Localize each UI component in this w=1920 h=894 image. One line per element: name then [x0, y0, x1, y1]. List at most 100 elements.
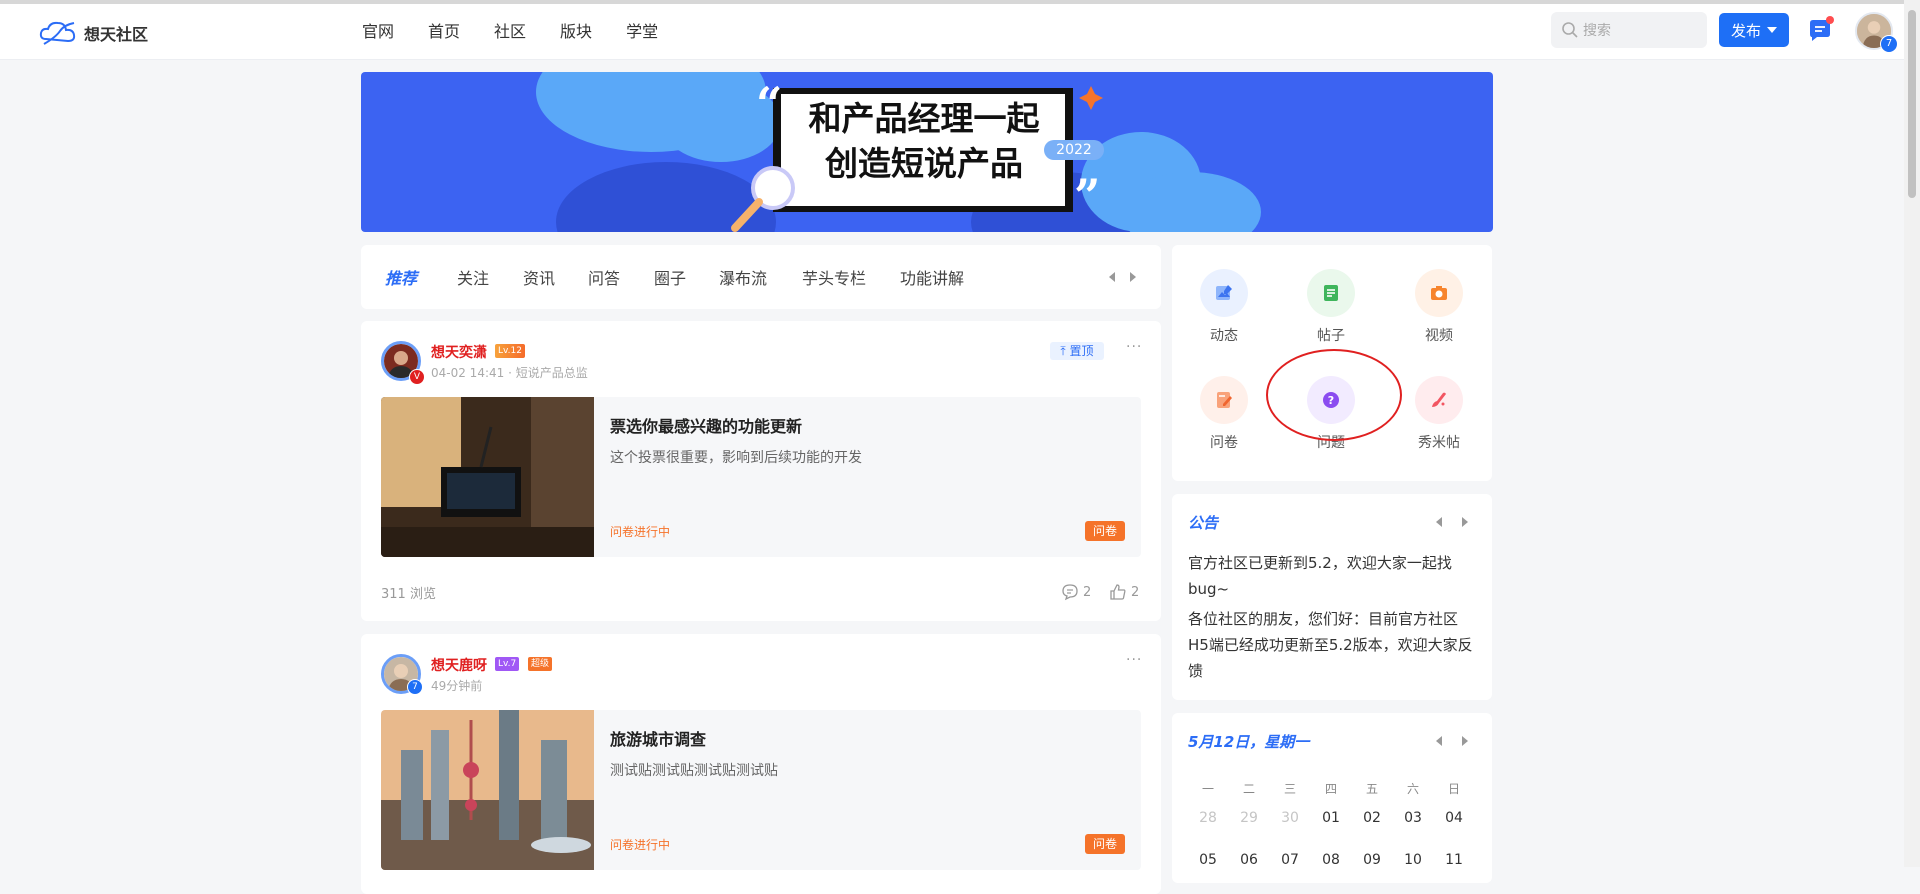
- scrollbar-thumb[interactable]: [1908, 10, 1916, 198]
- like-count: 2: [1131, 584, 1140, 600]
- top-header: 想天社区 官网 首页 社区 版块 学堂 发布 7: [0, 4, 1904, 60]
- post-card[interactable]: V 想天奕潇 Lv.12 04-02 14:41 · 短说产品总监 ⤒ 置顶 ·…: [361, 321, 1161, 621]
- tab-circle[interactable]: 圈子: [654, 265, 686, 289]
- pinned-label: 置顶: [1069, 344, 1094, 358]
- like-button[interactable]: 2: [1109, 583, 1139, 601]
- cloud-logo-icon: [39, 21, 76, 45]
- svg-text:“: “: [756, 77, 782, 131]
- publish-label: 发布: [1730, 21, 1761, 40]
- calendar-day[interactable]: 06: [1234, 852, 1264, 868]
- message-unread-dot: [1826, 16, 1834, 24]
- survey-tag: 问卷: [1085, 834, 1125, 854]
- nav-item-home[interactable]: 首页: [428, 4, 460, 59]
- super-badge: 超级: [528, 657, 553, 671]
- calendar-day[interactable]: 09: [1357, 852, 1387, 868]
- more-options-icon[interactable]: ···: [1126, 339, 1142, 355]
- tab-feature[interactable]: 功能讲解: [900, 265, 964, 289]
- post-meta: 04-02 14:41 · 短说产品总监: [431, 366, 588, 380]
- weekday-label: 四: [1324, 782, 1337, 796]
- quick-action-survey[interactable]: 问卷: [1189, 376, 1259, 452]
- banner-line-2: 创造短说产品: [825, 144, 1023, 183]
- announcement-next-icon[interactable]: [1462, 517, 1468, 527]
- calendar-prev-icon[interactable]: [1436, 736, 1442, 746]
- search-input[interactable]: [1581, 12, 1705, 50]
- tab-recommend[interactable]: 推荐: [385, 265, 417, 289]
- feed-tabs: 推荐 关注 资讯 问答 圈子 瀑布流 芋头专栏 功能讲解: [361, 245, 1161, 309]
- post-card[interactable]: 7 想天鹿呀 Lv.7 超级 49分钟前 ··· 旅游城市调查 测试贴测试贴测试…: [361, 634, 1161, 894]
- comment-count: 2: [1083, 584, 1092, 600]
- search-box: [1551, 12, 1707, 50]
- post-content-box[interactable]: 旅游城市调查 测试贴测试贴测试贴测试贴 问卷进行中 问卷: [381, 710, 1141, 870]
- promo-banner[interactable]: “ ” 和产品经理一起 创造短说产品 2022: [361, 72, 1493, 232]
- calendar-title: 5月12日，星期一: [1188, 733, 1310, 751]
- calendar-day[interactable]: 04: [1439, 810, 1469, 826]
- nav-item-sections[interactable]: 版块: [560, 4, 592, 59]
- caret-down-icon: [1767, 27, 1777, 33]
- post-content-box[interactable]: 票选你最感兴趣的功能更新 这个投票很重要，影响到后续功能的开发 问卷进行中 问卷: [381, 397, 1141, 557]
- calendar-day[interactable]: 28: [1193, 810, 1223, 826]
- weekday-label: 日: [1447, 782, 1460, 796]
- announcement-item[interactable]: 各位社区的朋友，您们好：目前官方社区H5端已经成功更新至5.2版本，欢迎大家反馈: [1188, 606, 1478, 684]
- survey-edit-icon: [1217, 392, 1232, 408]
- announcement-panel: 公告 官方社区已更新到5.2，欢迎大家一起找bug~ 各位社区的朋友，您们好：目…: [1172, 494, 1492, 700]
- banner-line-1: 和产品经理一起: [808, 99, 1040, 138]
- level-badge: Lv.7: [495, 657, 520, 671]
- logo-text: 想天社区: [84, 25, 149, 44]
- calendar-day[interactable]: 02: [1357, 810, 1387, 826]
- site-logo[interactable]: 想天社区: [38, 17, 148, 49]
- post-author-name[interactable]: 想天奕潇: [431, 342, 487, 362]
- quick-action-moment[interactable]: 动态: [1189, 269, 1259, 345]
- nav-item-academy[interactable]: 学堂: [626, 4, 658, 59]
- calendar-day[interactable]: 01: [1316, 810, 1346, 826]
- quick-action-video[interactable]: 视频: [1404, 269, 1474, 345]
- announcement-item[interactable]: 官方社区已更新到5.2，欢迎大家一起找bug~: [1188, 550, 1478, 602]
- survey-status: 问卷进行中: [610, 525, 671, 539]
- banner-slogan: 和产品经理一起 创造短说产品: [786, 96, 1062, 186]
- view-count: 311 浏览: [381, 587, 436, 602]
- tabs-prev-icon[interactable]: [1109, 272, 1115, 282]
- level-number-badge: 7: [407, 679, 423, 695]
- tab-column[interactable]: 芋头专栏: [802, 265, 866, 289]
- calendar-day[interactable]: 29: [1234, 810, 1264, 826]
- calendar-day[interactable]: 11: [1439, 852, 1469, 868]
- highlight-annotation-circle: [1266, 349, 1402, 441]
- quick-action-xiumi[interactable]: 秀米帖: [1404, 376, 1474, 452]
- calendar-day[interactable]: 30: [1275, 810, 1305, 826]
- post-thumbnail-image: [381, 710, 594, 870]
- image-edit-icon: [1216, 285, 1232, 300]
- search-icon: [1562, 22, 1578, 38]
- pinned-badge: ⤒ 置顶: [1050, 342, 1104, 360]
- post-description: 测试贴测试贴测试贴测试贴: [610, 763, 778, 779]
- tab-news[interactable]: 资讯: [523, 265, 555, 289]
- calendar-day[interactable]: 03: [1398, 810, 1428, 826]
- post-author-name[interactable]: 想天鹿呀: [431, 655, 487, 675]
- quick-action-label: 动态: [1210, 328, 1238, 344]
- comment-button[interactable]: 2: [1061, 583, 1091, 601]
- announcement-prev-icon[interactable]: [1436, 517, 1442, 527]
- tab-waterfall[interactable]: 瀑布流: [719, 265, 767, 289]
- tabs-next-icon[interactable]: [1130, 272, 1136, 282]
- calendar-day[interactable]: 08: [1316, 852, 1346, 868]
- verified-badge: V: [409, 369, 425, 385]
- post-title[interactable]: 旅游城市调查: [610, 726, 706, 750]
- calendar-day[interactable]: 10: [1398, 852, 1428, 868]
- nav-item-community[interactable]: 社区: [494, 4, 526, 59]
- tab-qa[interactable]: 问答: [588, 265, 620, 289]
- tab-follow[interactable]: 关注: [457, 265, 489, 289]
- weekday-label: 一: [1201, 782, 1214, 796]
- comment-icon: [1062, 584, 1078, 601]
- calendar-day[interactable]: 07: [1275, 852, 1305, 868]
- nav-item-official[interactable]: 官网: [362, 4, 394, 59]
- quick-action-label: 帖子: [1317, 328, 1345, 344]
- more-options-icon[interactable]: ···: [1126, 652, 1142, 668]
- calendar-next-icon[interactable]: [1462, 736, 1468, 746]
- publish-button[interactable]: 发布: [1719, 13, 1789, 47]
- post-description: 这个投票很重要，影响到后续功能的开发: [610, 450, 862, 466]
- camera-icon: [1431, 286, 1447, 300]
- quick-action-post[interactable]: 帖子: [1296, 269, 1366, 345]
- calendar-day[interactable]: 05: [1193, 852, 1223, 868]
- post-thumbnail-image: [381, 397, 594, 557]
- announcement-title: 公告: [1188, 514, 1219, 532]
- level-badge: Lv.12: [495, 344, 525, 358]
- post-title[interactable]: 票选你最感兴趣的功能更新: [610, 413, 802, 437]
